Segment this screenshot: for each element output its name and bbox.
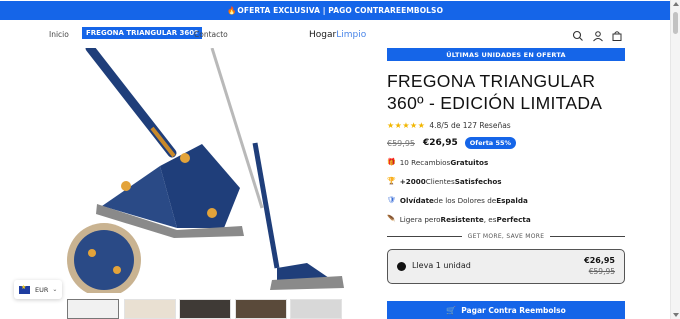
account-icon[interactable] bbox=[592, 30, 604, 42]
feature-bold: Resistente bbox=[440, 214, 484, 224]
feature-text: de los Dolores de bbox=[433, 195, 497, 205]
product-image[interactable] bbox=[62, 48, 350, 293]
product-info: ÚLTIMAS UNIDADES EN OFERTA FREGONA TRIAN… bbox=[387, 48, 625, 284]
feature-gifts: 🎁 10 Recambios Gratuitos bbox=[387, 156, 625, 168]
cta-label: Pagar Contra Reembolso bbox=[461, 305, 566, 315]
feature-bold: Gratuitos bbox=[450, 157, 489, 167]
currency-selector[interactable]: EUR ⌄ bbox=[14, 280, 62, 299]
chevron-down-icon: ⌄ bbox=[52, 286, 58, 293]
fire-icon: 🔥 bbox=[226, 6, 237, 15]
option-label: Lleva 1 unidad bbox=[412, 261, 471, 270]
logo-part-2: Limpio bbox=[336, 30, 367, 40]
rating-stars-icon: ★★★★★ bbox=[387, 121, 426, 130]
shield-icon: 🛡 bbox=[387, 196, 396, 204]
announcement-bar: 🔥 OFERTA EXCLUSIVA | PAGO CONTRAREEMBOLS… bbox=[0, 1, 670, 20]
price-row: €59,95 €26,95 Oferta 55% bbox=[387, 137, 625, 149]
header: Inicio FREGONA TRIANGULAR 360º Contacto … bbox=[0, 22, 670, 48]
thumbnail-5[interactable] bbox=[290, 299, 342, 319]
feature-text: 10 Recambios bbox=[399, 157, 451, 167]
announcement-text: OFERTA EXCLUSIVA | PAGO CONTRAREEMBOLSO bbox=[237, 6, 444, 15]
rating-text: 4.8/5 de 127 Reseñas bbox=[429, 121, 511, 130]
feature-text: Ligera pero bbox=[399, 214, 441, 224]
feature-bold: Satisfechos bbox=[454, 176, 502, 186]
gift-icon: 🎁 bbox=[387, 158, 396, 166]
feature-light: 🪶 Ligera pero Resistente, es Perfecta bbox=[387, 213, 625, 225]
scroll-down-icon[interactable] bbox=[673, 313, 679, 317]
radio-selected[interactable] bbox=[397, 262, 406, 271]
thumbnail-4[interactable] bbox=[235, 299, 287, 319]
scrollbar-thumb[interactable] bbox=[673, 12, 678, 34]
logo-part-1: Hogar bbox=[309, 30, 337, 40]
feature-back: 🛡 Olvídate de los Dolores de Espalda bbox=[387, 194, 625, 206]
trophy-icon: 🏆 bbox=[387, 177, 396, 185]
scroll-up-icon[interactable] bbox=[673, 2, 679, 6]
new-price: €26,95 bbox=[423, 138, 458, 148]
option-old-price: €59,95 bbox=[588, 267, 615, 276]
thumbnail-2[interactable] bbox=[124, 299, 176, 319]
nav-link-fregona[interactable]: FREGONA TRIANGULAR 360º bbox=[82, 27, 203, 39]
feature-bold: +2000 bbox=[399, 176, 426, 186]
feature-bold: Perfecta bbox=[496, 214, 531, 224]
pay-on-delivery-button[interactable]: 🛒 Pagar Contra Reembolso bbox=[387, 301, 625, 319]
product-title: FREGONA TRIANGULAR 360º - EDICIÓN LIMITA… bbox=[387, 71, 603, 113]
logo[interactable]: HogarLimpio bbox=[309, 30, 366, 40]
urgency-banner: ÚLTIMAS UNIDADES EN OFERTA bbox=[387, 48, 625, 61]
discount-badge: Oferta 55% bbox=[464, 137, 517, 149]
nav-link-inicio[interactable]: Inicio bbox=[49, 30, 69, 39]
thumbnail-1[interactable] bbox=[67, 299, 119, 319]
scrollbar[interactable] bbox=[670, 0, 680, 319]
feature-bold: Espalda bbox=[496, 195, 528, 205]
nav-link-contacto[interactable]: Contacto bbox=[194, 30, 228, 39]
feature-bold: Olvídate bbox=[399, 195, 434, 205]
bundle-divider: GET MORE, SAVE MORE bbox=[387, 233, 625, 240]
cart-icon[interactable] bbox=[611, 30, 623, 42]
rating[interactable]: ★★★★★ 4.8/5 de 127 Reseñas bbox=[387, 121, 625, 130]
option-new-price: €26,95 bbox=[584, 256, 615, 265]
search-icon[interactable] bbox=[572, 30, 584, 42]
thumbnail-3[interactable] bbox=[179, 299, 231, 319]
currency-code: EUR bbox=[35, 285, 49, 294]
bundle-option-1[interactable]: Lleva 1 unidad €26,95 €59,95 bbox=[387, 249, 625, 284]
eu-flag-icon bbox=[19, 284, 30, 294]
feature-text: , es bbox=[483, 214, 497, 224]
cart-icon: 🛒 bbox=[446, 305, 457, 315]
feature-text: Clientes bbox=[425, 176, 455, 186]
feature-customers: 🏆 +2000 Clientes Satisfechos bbox=[387, 175, 625, 187]
old-price: €59,95 bbox=[387, 138, 415, 148]
divider-text: GET MORE, SAVE MORE bbox=[467, 233, 545, 240]
feather-icon: 🪶 bbox=[387, 215, 396, 223]
